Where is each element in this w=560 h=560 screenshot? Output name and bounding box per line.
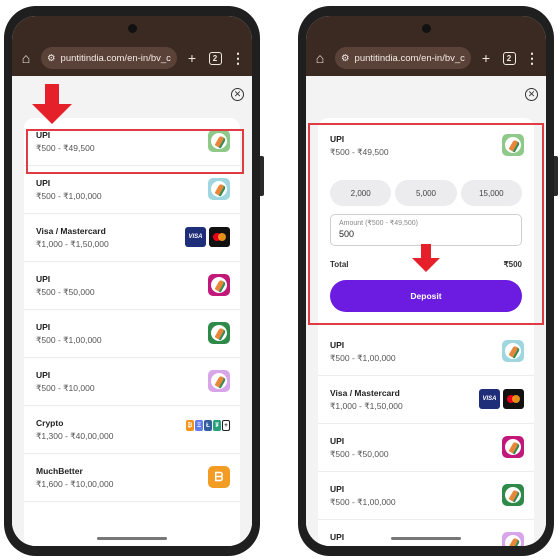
upi-lilac-icon [208, 370, 230, 392]
payment-method-item[interactable]: MuchBetter ₹1,600 - ₹10,00,000 ᗷ [24, 454, 240, 502]
tabs-icon[interactable]: 2 [501, 50, 517, 66]
upi-darkgreen-icon [208, 322, 230, 344]
upi-lilac-icon [502, 532, 524, 546]
more-vert-icon[interactable]: ⋮ [524, 50, 540, 66]
method-title: UPI [36, 274, 51, 284]
payment-method-item[interactable]: UPI ₹500 - ₹10,000 [24, 358, 240, 406]
camera-icon [422, 24, 431, 33]
close-circle-icon[interactable]: ✕ [525, 88, 538, 101]
plus-icon[interactable]: + [478, 50, 494, 66]
upi-magenta-icon [502, 436, 524, 458]
payment-method-item[interactable]: UPI [318, 520, 534, 546]
method-range: ₹500 - ₹10,000 [36, 383, 95, 393]
method-range: ₹500 - ₹1,00,000 [36, 191, 102, 201]
url-bar[interactable]: ⚙ puntitindia.com/en-in/bv_c [41, 47, 177, 69]
method-range: ₹500 - ₹1,00,000 [36, 335, 102, 345]
tabs-icon[interactable]: 2 [207, 50, 223, 66]
other-methods: UPI ₹500 - ₹1,00,000 Visa / Mastercard ₹1,0… [318, 328, 534, 546]
visa-icon: VISA [185, 227, 206, 247]
close-circle-icon[interactable]: ✕ [231, 88, 244, 101]
upi-magenta-icon [208, 274, 230, 296]
upi-darkgreen-icon [502, 484, 524, 506]
muchbetter-icon: ᗷ [208, 466, 230, 488]
highlight-box-upi [26, 129, 244, 174]
crypto-coins-icon: ₿ Ξ Ł ₮ + [186, 420, 230, 431]
method-title: MuchBetter [36, 466, 83, 476]
home-icon[interactable]: ⌂ [18, 50, 34, 66]
tune-icon[interactable]: ⚙ [47, 53, 56, 64]
url-text: puntitindia.com/en-in/bv_c [60, 52, 171, 64]
visa-icon: VISA [479, 389, 500, 409]
highlight-box-deposit-form [308, 123, 544, 325]
visa-mastercard-icon: VISA [185, 227, 230, 247]
payment-method-item[interactable]: UPI ₹500 - ₹1,00,000 [318, 328, 534, 376]
upi-lightblue-icon [502, 340, 524, 362]
coin-icon: + [222, 420, 230, 431]
method-range: ₹1,600 - ₹10,00,000 [36, 479, 114, 489]
method-range: ₹500 - ₹50,000 [36, 287, 95, 297]
coin-icon: ₿ [186, 420, 194, 431]
side-button [260, 156, 264, 196]
method-title: UPI [330, 484, 345, 494]
coin-icon: ₮ [213, 420, 221, 431]
method-title: UPI [36, 178, 51, 188]
method-title: UPI [330, 340, 345, 350]
status-bar [306, 16, 546, 40]
visa-mastercard-icon: VISA [479, 389, 524, 409]
upi-lightblue-icon [208, 178, 230, 200]
coin-icon: Ξ [195, 420, 203, 431]
status-bar [12, 16, 252, 40]
method-range: ₹500 - ₹50,000 [330, 449, 389, 459]
payment-method-item[interactable]: Visa / Mastercard ₹1,000 - ₹1,50,000 VISA [318, 376, 534, 424]
home-indicator [97, 537, 167, 540]
payment-method-list: UPI ₹500 - ₹49,500 UPI ₹500 - ₹1,00,000 Visa… [24, 118, 240, 546]
mastercard-icon [503, 389, 524, 409]
method-range: ₹500 - ₹1,00,000 [330, 353, 396, 363]
browser-toolbar: ⌂ ⚙ puntitindia.com/en-in/bv_c + 2 ⋮ [306, 40, 546, 76]
method-title: UPI [330, 436, 345, 446]
payment-method-item[interactable]: Crypto ₹1,300 - ₹40,00,000 ₿ Ξ Ł ₮ + [24, 406, 240, 454]
url-bar[interactable]: ⚙ puntitindia.com/en-in/bv_c [335, 47, 471, 69]
home-indicator [391, 537, 461, 540]
side-button [554, 156, 558, 196]
red-arrow-down-icon [412, 244, 440, 272]
method-range: ₹500 - ₹1,00,000 [330, 497, 396, 507]
method-title: UPI [36, 370, 51, 380]
payment-method-item[interactable]: Visa / Mastercard ₹1,000 - ₹1,50,000 VISA [24, 214, 240, 262]
home-icon[interactable]: ⌂ [312, 50, 328, 66]
red-arrow-down-icon [32, 84, 72, 124]
more-vert-icon[interactable]: ⋮ [230, 50, 246, 66]
camera-icon [128, 24, 137, 33]
plus-icon[interactable]: + [184, 50, 200, 66]
coin-icon: Ł [204, 420, 212, 431]
payment-method-item[interactable]: UPI ₹500 - ₹50,000 [318, 424, 534, 472]
url-text: puntitindia.com/en-in/bv_c [354, 52, 465, 64]
mastercard-icon [209, 227, 230, 247]
tune-icon[interactable]: ⚙ [341, 53, 350, 64]
payment-method-item[interactable]: UPI ₹500 - ₹1,00,000 [318, 472, 534, 520]
browser-toolbar: ⌂ ⚙ puntitindia.com/en-in/bv_c + 2 ⋮ [12, 40, 252, 76]
method-range: ₹1,300 - ₹40,00,000 [36, 431, 114, 441]
method-title: UPI [36, 322, 51, 332]
payment-method-item[interactable]: UPI ₹500 - ₹50,000 [24, 262, 240, 310]
payment-method-item[interactable]: UPI ₹500 - ₹1,00,000 [24, 310, 240, 358]
